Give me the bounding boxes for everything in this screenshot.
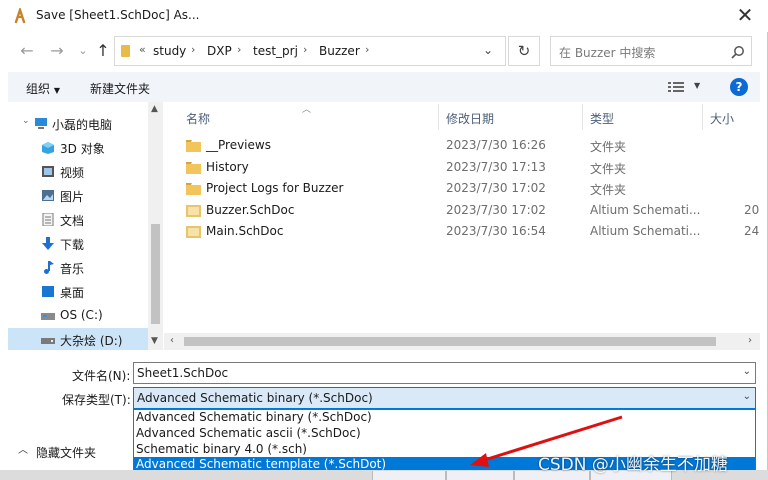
background-tab — [446, 471, 514, 480]
watermark: CSDN @小幽余生不加糖 — [538, 455, 728, 475]
annotation-arrow — [470, 415, 623, 467]
background-tab — [372, 471, 446, 480]
